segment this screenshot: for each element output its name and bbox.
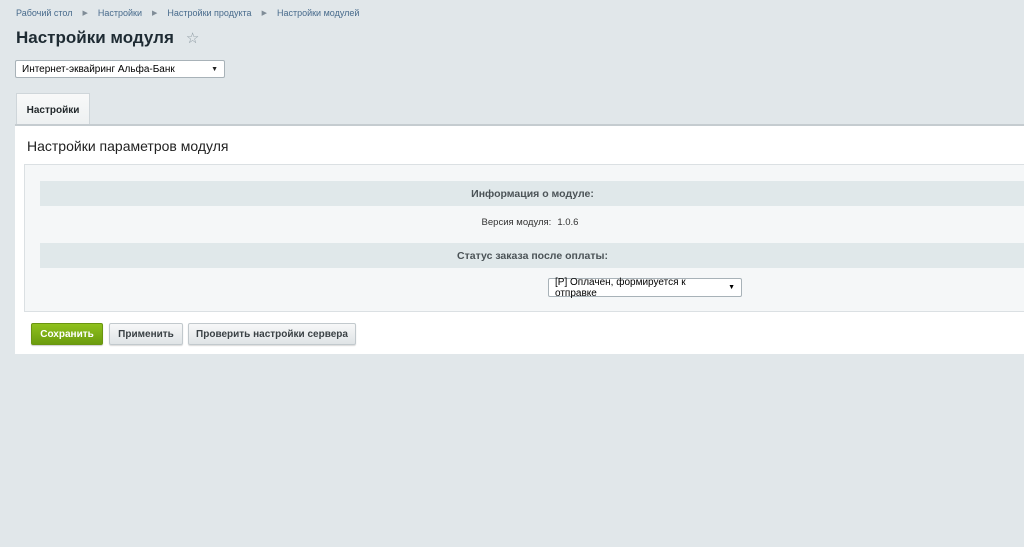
panel-heading: Настройки параметров модуля <box>27 138 229 154</box>
breadcrumb-item-product-settings[interactable]: Настройки продукта <box>167 8 251 18</box>
breadcrumb: Рабочий стол ▶ Настройки ▶ Настройки про… <box>16 8 359 18</box>
section-header-module-info: Информация о модуле: <box>40 181 1024 206</box>
save-button[interactable]: Сохранить <box>31 323 103 345</box>
dropdown-arrow-icon: ▼ <box>211 65 218 73</box>
order-status-value: [P] Оплачен, формируется к отправке <box>555 276 686 299</box>
breadcrumb-item-desktop[interactable]: Рабочий стол <box>16 8 73 18</box>
chevron-right-icon: ▶ <box>152 10 158 17</box>
breadcrumb-item-settings[interactable]: Настройки <box>98 8 142 18</box>
section-header-order-status: Статус заказа после оплаты: <box>40 243 1024 268</box>
version-label: Версия модуля: <box>481 217 552 228</box>
version-value: 1.0.6 <box>557 217 579 228</box>
star-icon[interactable]: ☆ <box>186 29 199 47</box>
module-select-value: Интернет-эквайринг Альфа-Банк <box>22 63 175 75</box>
settings-panel: Настройки параметров модуля Информация о… <box>15 124 1024 354</box>
apply-button[interactable]: Применить <box>109 323 183 345</box>
tab-settings[interactable]: Настройки <box>16 93 90 126</box>
order-status-select[interactable]: [P] Оплачен, формируется к отправке ▼ <box>548 276 742 299</box>
module-select[interactable]: Интернет-эквайринг Альфа-Банк ▼ <box>15 60 225 78</box>
chevron-right-icon: ▶ <box>82 10 88 17</box>
page-title: Настройки модуля <box>16 28 174 47</box>
check-server-settings-button[interactable]: Проверить настройки сервера <box>188 323 356 345</box>
breadcrumb-item-module-settings[interactable]: Настройки модулей <box>277 8 359 18</box>
settings-form: Информация о модуле: Версия модуля: 1.0.6… <box>24 164 1024 312</box>
chevron-right-icon: ▶ <box>261 10 267 17</box>
title-row: Настройки модуля ☆ <box>16 28 199 48</box>
version-row: Версия модуля: 1.0.6 <box>25 217 1024 228</box>
dropdown-arrow-icon: ▼ <box>728 284 735 291</box>
